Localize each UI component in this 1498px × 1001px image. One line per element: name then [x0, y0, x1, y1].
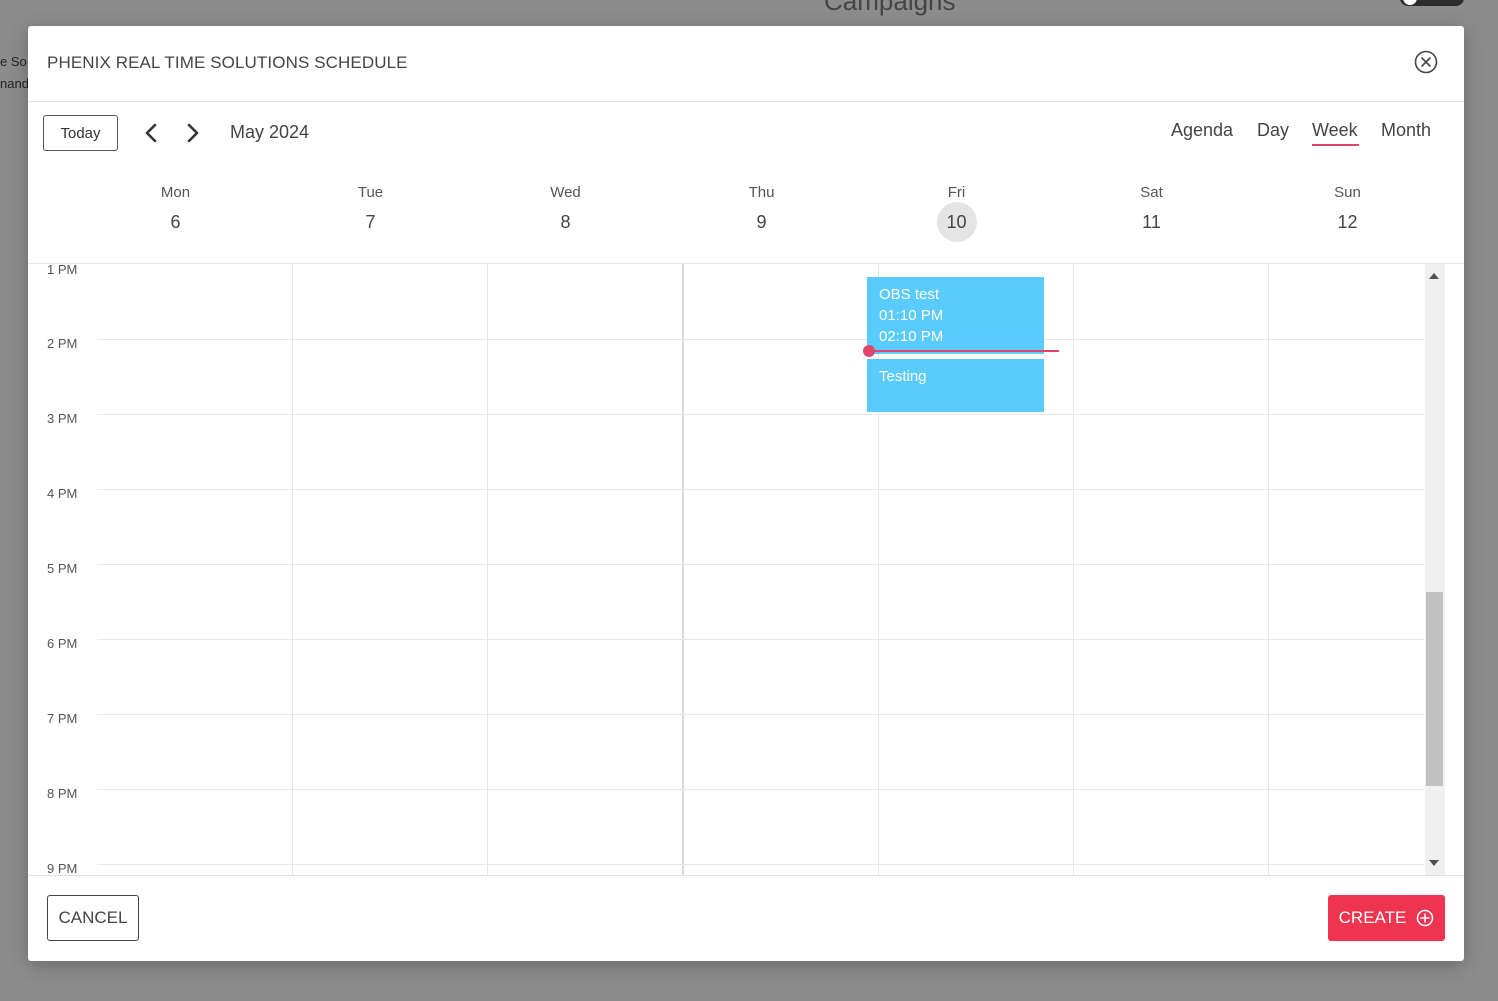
day-header-thu[interactable]: Thu 9: [664, 184, 859, 242]
close-icon[interactable]: [1414, 50, 1438, 74]
day-column-divider: [487, 264, 488, 875]
calendar-event-obs-test[interactable]: OBS test 01:10 PM 02:10 PM: [867, 277, 1044, 354]
event-title: OBS test: [879, 286, 940, 303]
day-header-sun[interactable]: Sun 12: [1250, 184, 1445, 242]
today-day-number: 10: [936, 202, 977, 242]
day-header-tue[interactable]: Tue 7: [273, 184, 468, 242]
day-number: 8: [560, 212, 571, 232]
day-column-divider: [1268, 264, 1269, 875]
hour-label: 7 PM: [47, 711, 78, 726]
modal-title: PHENIX REAL TIME SOLUTIONS SCHEDULE: [47, 53, 408, 72]
background-toggle: [1400, 0, 1464, 6]
hour-label: 9 PM: [47, 861, 78, 875]
hour-line: [97, 489, 1424, 490]
hour-line: [97, 564, 1424, 565]
modal-header: PHENIX REAL TIME SOLUTIONS SCHEDULE: [28, 26, 1464, 102]
background-text-fragment: nand: [0, 76, 29, 91]
hour-label: 3 PM: [47, 411, 78, 426]
hour-line: [97, 714, 1424, 715]
day-column-divider: [1073, 264, 1074, 875]
cancel-button[interactable]: CANCEL: [47, 895, 139, 941]
day-name: Fri: [947, 184, 966, 201]
hour-label: 5 PM: [47, 561, 78, 576]
week-time-grid[interactable]: 1 PM 2 PM 3 PM 4 PM 5 PM 6 PM 7 PM 8 PM …: [28, 264, 1464, 875]
hour-label: 4 PM: [47, 486, 78, 501]
day-header-sat[interactable]: Sat 11: [1054, 184, 1249, 242]
background-page-title: Campaigns: [824, 0, 956, 16]
day-number: 9: [756, 212, 767, 232]
hour-label: 6 PM: [47, 636, 78, 651]
hour-line: [97, 864, 1424, 865]
hour-line: [97, 639, 1424, 640]
vertical-scrollbar[interactable]: [1425, 264, 1445, 875]
day-column-divider: [682, 264, 684, 875]
hour-line: [97, 339, 1424, 340]
create-button-label: CREATE: [1338, 908, 1407, 927]
scrollbar-thumb[interactable]: [1426, 592, 1443, 786]
hour-line: [97, 789, 1424, 790]
active-tab-indicator: [1312, 144, 1359, 146]
view-switcher: Agenda Day Week Month: [28, 120, 1464, 150]
day-name: Mon: [160, 184, 191, 201]
tab-month[interactable]: Month: [1381, 120, 1431, 141]
event-title: Testing: [879, 368, 927, 385]
day-name: Sat: [1140, 184, 1163, 201]
create-button[interactable]: CREATE: [1328, 895, 1445, 941]
hour-label: 2 PM: [47, 336, 78, 351]
calendar-event-testing[interactable]: Testing: [867, 359, 1044, 412]
day-column-divider: [292, 264, 293, 875]
plus-circle-icon: [1417, 909, 1434, 927]
tab-week[interactable]: Week: [1312, 120, 1358, 141]
day-number: 12: [1337, 212, 1358, 232]
tab-agenda[interactable]: Agenda: [1171, 120, 1233, 141]
current-time-dot: [863, 345, 875, 357]
tab-day[interactable]: Day: [1257, 120, 1289, 141]
day-name: Thu: [748, 184, 775, 201]
schedule-modal: PHENIX REAL TIME SOLUTIONS SCHEDULE Toda…: [28, 26, 1464, 961]
day-header-wed[interactable]: Wed 8: [468, 184, 663, 242]
current-time-line: [869, 350, 1059, 352]
hour-label: 1 PM: [47, 264, 78, 277]
day-name: Tue: [357, 184, 384, 201]
background-text-fragment: e So: [0, 54, 27, 69]
day-name: Wed: [550, 184, 581, 201]
day-number: 7: [365, 212, 376, 232]
day-number: 6: [170, 212, 181, 232]
scroll-up-arrow-icon[interactable]: [1429, 273, 1439, 279]
event-end-time: 02:10 PM: [879, 328, 944, 345]
scroll-down-arrow-icon[interactable]: [1429, 860, 1439, 866]
day-header-fri[interactable]: Fri 10: [859, 184, 1054, 242]
day-column-divider: [878, 264, 879, 875]
modal-footer: CANCEL CREATE: [28, 875, 1464, 961]
hour-label: 8 PM: [47, 786, 78, 801]
hour-line: [97, 414, 1424, 415]
day-header-mon[interactable]: Mon 6: [78, 184, 273, 242]
event-start-time: 01:10 PM: [879, 307, 944, 324]
day-number: 11: [1142, 212, 1161, 232]
day-name: Sun: [1334, 184, 1361, 201]
